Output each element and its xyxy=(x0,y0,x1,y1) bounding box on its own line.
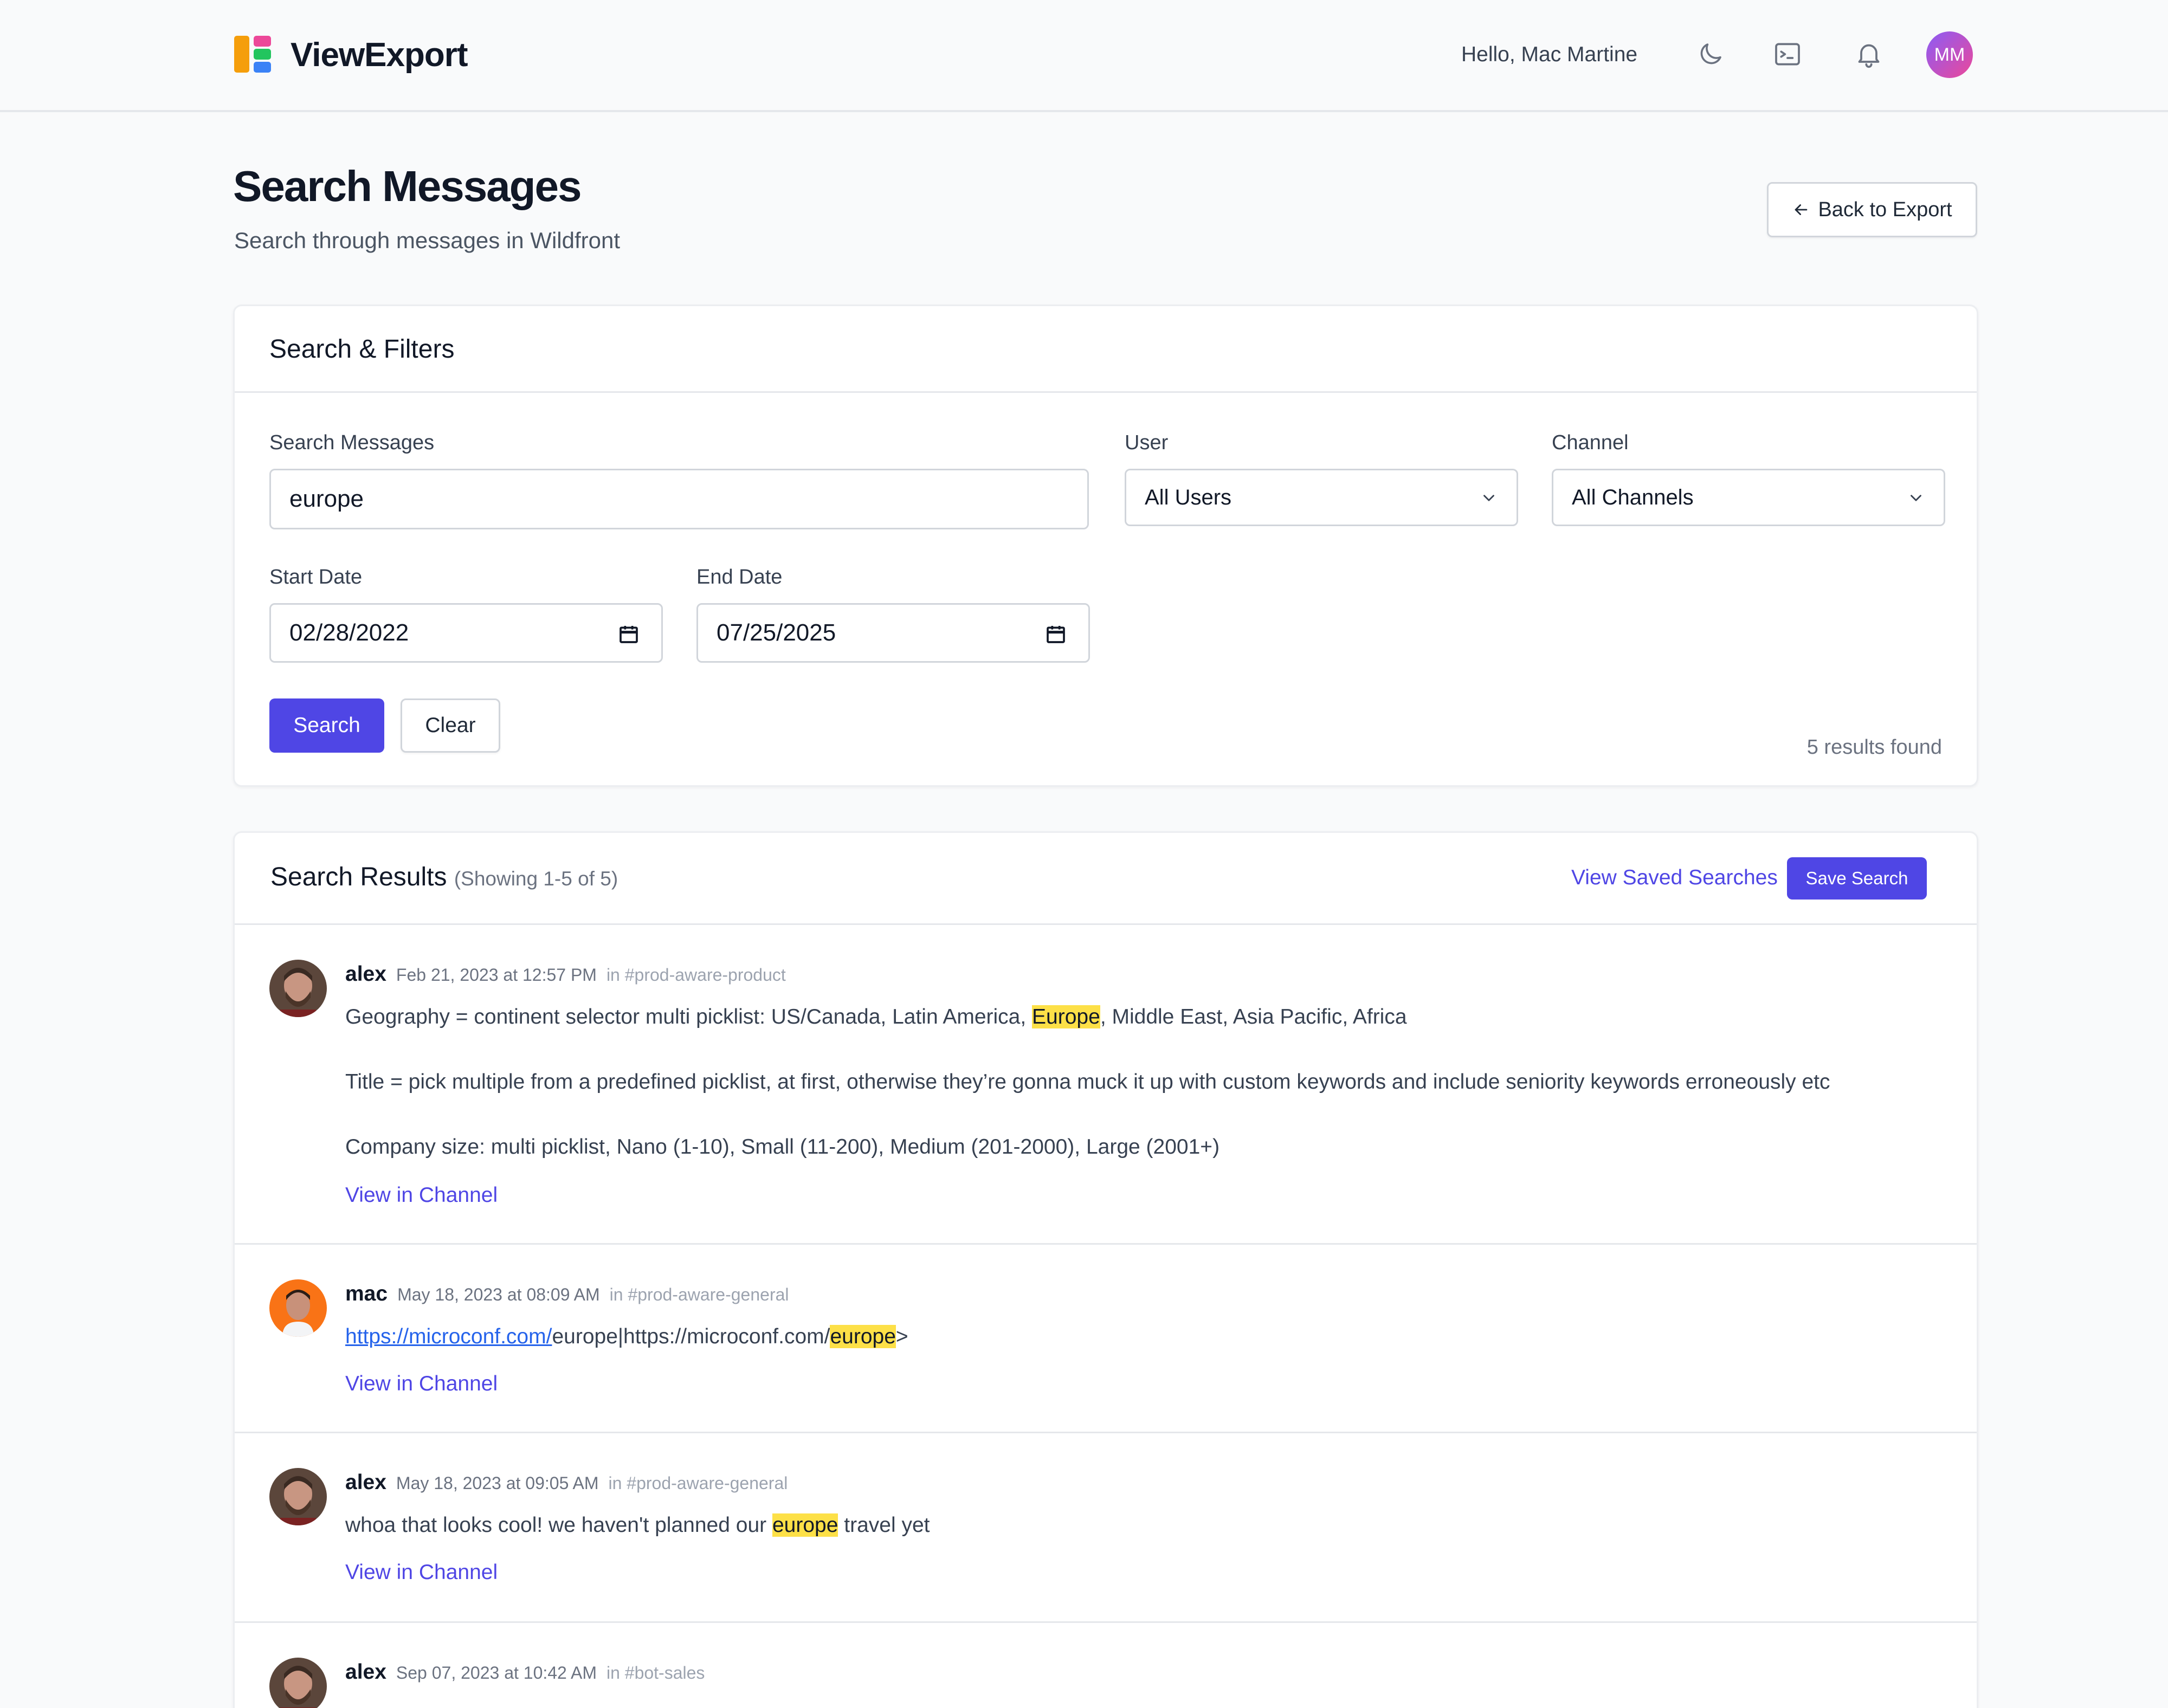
message-text: europe|https://microconf.com/ xyxy=(552,1325,830,1348)
message-text: , Middle East, Asia Pacific, Africa xyxy=(1100,1005,1407,1028)
search-filters-header: Search & Filters xyxy=(235,306,1977,393)
result-timestamp: Sep 07, 2023 at 10:42 AM xyxy=(396,1663,597,1683)
search-result-item: alex Sep 07, 2023 at 10:42 AM in #bot-sale… xyxy=(235,1623,1977,1708)
user-select[interactable]: All Users xyxy=(1125,469,1518,526)
avatar[interactable] xyxy=(269,1279,327,1337)
end-date-input[interactable]: 07/25/2025 xyxy=(696,603,1090,663)
result-timestamp: Feb 21, 2023 at 12:57 PM xyxy=(396,965,597,985)
search-button[interactable]: Search xyxy=(269,698,384,753)
back-to-export-label: Back to Export xyxy=(1818,198,1952,221)
save-search-button[interactable]: Save Search xyxy=(1787,857,1927,900)
search-input[interactable]: europe xyxy=(269,469,1089,529)
brand-name[interactable]: ViewExport xyxy=(291,35,468,76)
channel-select-value: All Channels xyxy=(1572,485,1694,509)
user-avatar[interactable]: MM xyxy=(1926,31,1973,78)
search-result-item: mac May 18, 2023 at 08:09 AM in #prod-awar… xyxy=(235,1245,1977,1433)
results-count: 5 results found xyxy=(1806,736,1942,759)
arrow-left-icon xyxy=(1795,204,1808,215)
user-greeting: Hello, Mac Martine xyxy=(1461,43,1638,66)
dark-mode-moon-icon[interactable] xyxy=(1693,37,1728,72)
result-user-name[interactable]: alex xyxy=(345,962,386,986)
page-subtitle: Search through messages in Wildfront xyxy=(234,228,621,253)
search-highlight: europe xyxy=(830,1325,896,1348)
result-channel: in #prod-aware-general xyxy=(608,1473,788,1493)
search-highlight: Europe xyxy=(1032,1005,1100,1028)
search-filters-card: Search & Filters Search Messages europe … xyxy=(233,305,1978,787)
end-date-value: 07/25/2025 xyxy=(717,619,836,646)
result-meta: alex May 18, 2023 at 09:05 AM in #prod-awa… xyxy=(345,1469,788,1500)
channel-filter-label: Channel xyxy=(1552,431,1629,454)
result-meta: mac May 18, 2023 at 08:09 AM in #prod-awar… xyxy=(345,1280,789,1312)
terminal-icon[interactable] xyxy=(1770,37,1805,72)
result-channel: in #bot-sales xyxy=(606,1663,705,1683)
result-message-line: whoa that looks cool! we haven't planned… xyxy=(345,1511,930,1539)
result-message-line: Title = pick multiple from a predefined … xyxy=(345,1070,1830,1094)
message-text: whoa that looks cool! we haven't planned… xyxy=(345,1513,772,1537)
result-timestamp: May 18, 2023 at 08:09 AM xyxy=(397,1285,600,1304)
result-timestamp: May 18, 2023 at 09:05 AM xyxy=(396,1473,599,1493)
notifications-bell-icon[interactable] xyxy=(1851,37,1886,72)
result-channel: in #prod-aware-general xyxy=(609,1285,789,1304)
message-text: travel yet xyxy=(838,1513,930,1537)
result-user-name[interactable]: alex xyxy=(345,1660,386,1684)
view-in-channel-link[interactable]: View in Channel xyxy=(345,1182,498,1209)
chevron-down-icon xyxy=(1911,495,1921,501)
message-url-link[interactable]: https://microconf.com/ xyxy=(345,1325,552,1348)
search-messages-label: Search Messages xyxy=(269,431,435,454)
message-text: > xyxy=(895,1325,908,1348)
avatar[interactable] xyxy=(269,1658,327,1708)
calendar-icon[interactable] xyxy=(1045,623,1067,645)
channel-select[interactable]: All Channels xyxy=(1552,469,1945,526)
search-result-item: alex Feb 21, 2023 at 12:57 PM in #prod-awa… xyxy=(235,925,1977,1245)
end-date-label: End Date xyxy=(696,566,783,588)
result-message-line: https://microconf.com/europe|https://mic… xyxy=(345,1323,908,1351)
user-select-value: All Users xyxy=(1145,485,1232,509)
app-logo-icon[interactable] xyxy=(234,36,271,73)
page: ViewExport Hello, Mac Martine MM Search … xyxy=(0,0,2168,1708)
start-date-value: 02/28/2022 xyxy=(289,619,409,646)
clear-button[interactable]: Clear xyxy=(401,698,500,753)
search-results-heading: Search Results xyxy=(270,863,447,891)
view-in-channel-link[interactable]: View in Channel xyxy=(345,1370,498,1398)
search-results-header: Search Results (Showing 1-5 of 5) View S… xyxy=(235,833,1977,925)
search-results-showing: (Showing 1-5 of 5) xyxy=(454,868,618,890)
back-to-export-button[interactable]: Back to Export xyxy=(1767,182,1977,237)
top-navigation-bar: ViewExport Hello, Mac Martine MM xyxy=(0,0,2168,112)
result-user-name[interactable]: alex xyxy=(345,1471,386,1494)
message-text: Geography = continent selector multi pic… xyxy=(345,1005,1033,1028)
search-highlight: europe xyxy=(772,1513,838,1537)
search-filters-title: Search & Filters xyxy=(269,335,455,364)
avatar[interactable] xyxy=(269,960,327,1017)
calendar-icon[interactable] xyxy=(618,623,640,645)
view-saved-searches-link[interactable]: View Saved Searches xyxy=(1571,864,1778,891)
search-results-title: Search Results (Showing 1-5 of 5) xyxy=(270,861,618,895)
start-date-label: Start Date xyxy=(269,566,363,588)
result-user-name[interactable]: mac xyxy=(345,1282,388,1305)
chevron-down-icon xyxy=(1483,495,1494,501)
start-date-input[interactable]: 02/28/2022 xyxy=(269,603,663,663)
result-meta: alex Sep 07, 2023 at 10:42 AM in #bot-sale… xyxy=(345,1659,705,1690)
result-message-line: Geography = continent selector multi pic… xyxy=(345,1003,1407,1031)
avatar[interactable] xyxy=(269,1468,327,1525)
view-in-channel-link[interactable]: View in Channel xyxy=(345,1559,498,1586)
search-result-item: alex May 18, 2023 at 09:05 AM in #prod-awa… xyxy=(235,1433,1977,1623)
user-filter-label: User xyxy=(1125,431,1169,454)
result-message-line: Company size: multi picklist, Nano (1-10… xyxy=(345,1135,1220,1159)
result-meta: alex Feb 21, 2023 at 12:57 PM in #prod-awa… xyxy=(345,961,786,992)
result-channel: in #prod-aware-product xyxy=(606,965,786,985)
page-title: Search Messages xyxy=(233,162,582,210)
search-results-card: Search Results (Showing 1-5 of 5) View S… xyxy=(233,831,1978,1708)
